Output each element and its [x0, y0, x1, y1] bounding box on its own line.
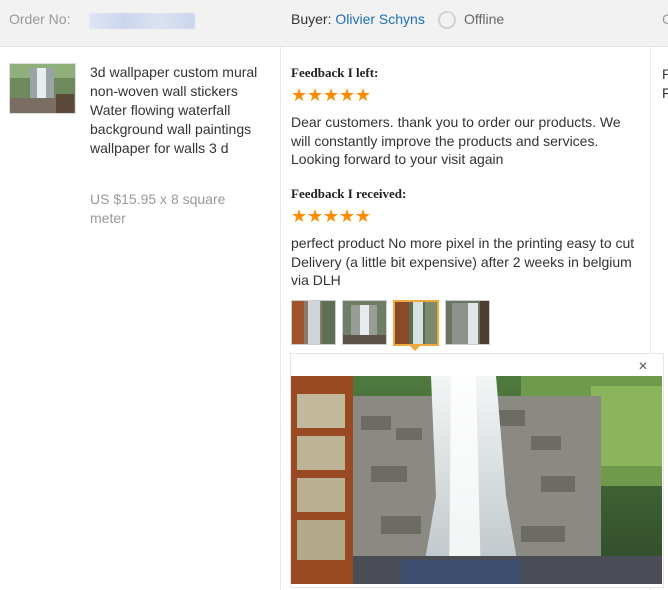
header-cut-column: C [662, 11, 668, 27]
offline-status-text: Offline [464, 11, 505, 27]
right-column-cut-text: P [662, 66, 668, 82]
offline-status-icon [438, 11, 456, 29]
order-number-value-redacted [89, 13, 195, 29]
star-icon: ★ [291, 85, 308, 105]
feedback-photo-enlarged [291, 376, 662, 584]
star-icon: ★ [339, 85, 356, 105]
feedback-received-text: perfect product No more pixel in the pri… [291, 235, 635, 288]
star-icon: ★ [307, 85, 324, 105]
feedback-photo-thumb-selected[interactable] [393, 300, 439, 346]
right-column-cut-text: F [662, 85, 668, 101]
star-icon: ★ [291, 206, 308, 226]
star-icon: ★ [307, 206, 324, 226]
order-number-label: Order No: [9, 11, 71, 27]
feedback-left-rating: ★ ★ ★ ★ ★ [291, 85, 372, 105]
feedback-photo-thumb[interactable] [342, 300, 387, 345]
selected-photo-caret [409, 345, 421, 351]
product-price: US $15.95 x 8 square meter [90, 191, 226, 226]
star-icon: ★ [339, 206, 356, 226]
column-divider [280, 47, 281, 590]
buyer-name-link[interactable]: Olivier Schyns [335, 11, 424, 27]
order-header: Order No: Buyer: Olivier Schyns Offline … [0, 0, 668, 47]
product-title[interactable]: 3d wallpaper custom mural non-woven wall… [90, 63, 272, 158]
star-icon: ★ [323, 85, 340, 105]
star-icon: ★ [355, 85, 372, 105]
feedback-left-heading: Feedback I left: [291, 65, 379, 80]
feedback-photo-thumb[interactable] [291, 300, 336, 345]
product-thumbnail[interactable] [9, 63, 76, 114]
close-icon[interactable]: × [636, 359, 650, 375]
feedback-photo-thumb[interactable] [445, 300, 490, 345]
feedback-received-rating: ★ ★ ★ ★ ★ [291, 206, 372, 226]
star-icon: ★ [323, 206, 340, 226]
feedback-received-heading: Feedback I received: [291, 186, 407, 201]
star-icon: ★ [355, 206, 372, 226]
buyer-label: Buyer: Olivier Schyns [291, 11, 425, 27]
feedback-left-text: Dear customers. thank you to order our p… [291, 114, 621, 167]
